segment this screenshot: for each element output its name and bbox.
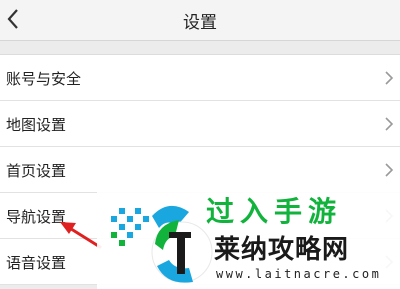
chevron-right-icon	[385, 117, 394, 131]
page-title: 设置	[183, 13, 217, 33]
watermark-url: www.laitnacre.com	[216, 267, 382, 281]
chevron-right-icon	[385, 163, 394, 177]
top-bar: 设置	[0, 0, 400, 41]
settings-item-map[interactable]: 地图设置	[0, 101, 400, 147]
section-gap	[0, 41, 400, 54]
watermark-top-text: 过入手游	[206, 195, 343, 228]
settings-item-label: 首页设置	[6, 162, 67, 180]
settings-item-label: 导航设置	[6, 208, 67, 226]
settings-item-account-security[interactable]: 账号与安全	[0, 55, 400, 101]
settings-item-label: 语音设置	[6, 254, 67, 272]
settings-item-label: 账号与安全	[6, 70, 82, 88]
settings-item-label: 地图设置	[6, 116, 67, 134]
chevron-right-icon	[385, 71, 394, 85]
watermark-brand: 莱纳攻略网	[214, 235, 350, 265]
